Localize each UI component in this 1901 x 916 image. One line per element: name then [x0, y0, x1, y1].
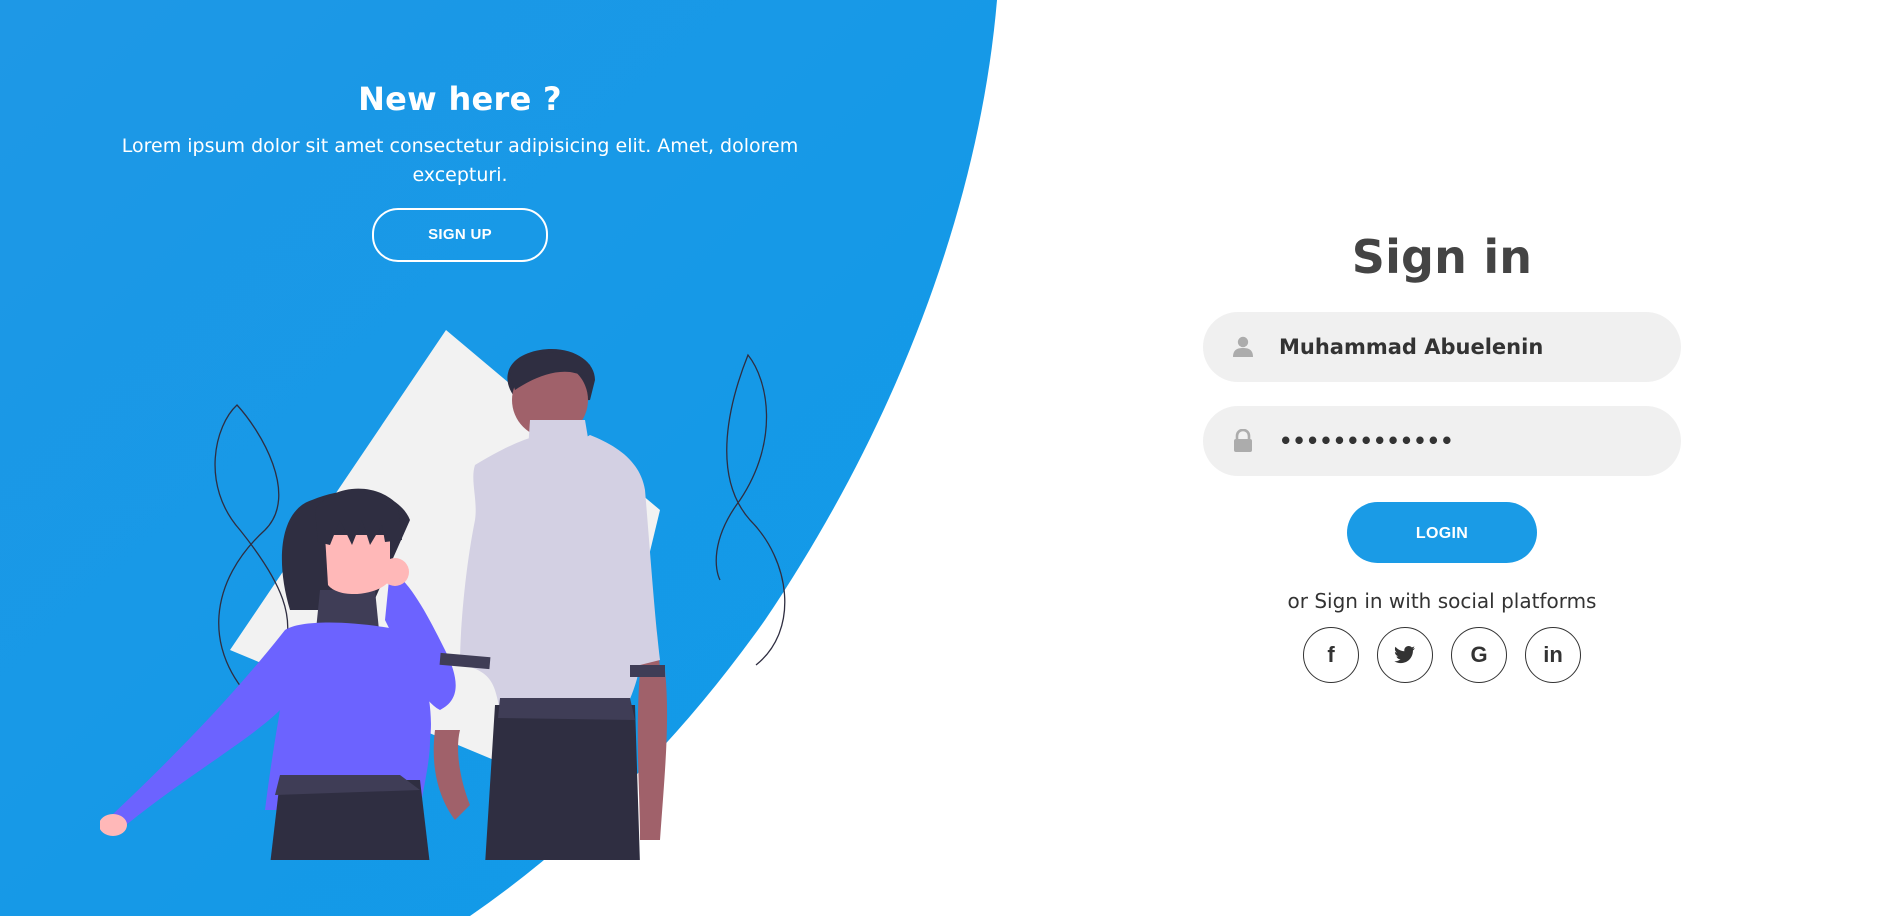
google-icon: G	[1470, 642, 1488, 667]
password-input[interactable]	[1279, 406, 1681, 476]
promo-text: Lorem ipsum dolor sit amet consectetur a…	[121, 135, 799, 186]
linkedin-icon: in	[1543, 642, 1563, 667]
sign-in-form: Sign in LOGIN or Sign in with social pla…	[1203, 230, 1681, 683]
social-signin-text: or Sign in with social platforms	[1287, 589, 1597, 613]
twitter-icon	[1394, 646, 1415, 664]
linkedin-button[interactable]: in	[1525, 627, 1581, 683]
login-button[interactable]: LOGIN	[1347, 502, 1537, 563]
page: New here ? Lorem ipsum dolor sit amet co…	[0, 0, 1901, 916]
google-button[interactable]: G	[1451, 627, 1507, 683]
user-icon	[1203, 336, 1283, 358]
username-field[interactable]	[1203, 312, 1681, 382]
promo-panel: New here ? Lorem ipsum dolor sit amet co…	[110, 80, 810, 262]
illustration-curve-right	[715, 353, 786, 666]
facebook-icon: f	[1327, 642, 1335, 667]
facebook-button[interactable]: f	[1303, 627, 1359, 683]
username-input[interactable]	[1279, 312, 1681, 382]
lock-icon	[1203, 429, 1283, 453]
twitter-button[interactable]	[1377, 627, 1433, 683]
promo-title: New here ?	[358, 80, 562, 118]
sign-in-title: Sign in	[1351, 230, 1533, 284]
people-illustration	[100, 330, 786, 860]
social-buttons: f G in	[1203, 627, 1681, 683]
sign-up-button[interactable]: SIGN UP	[372, 208, 548, 262]
password-field[interactable]	[1203, 406, 1681, 476]
